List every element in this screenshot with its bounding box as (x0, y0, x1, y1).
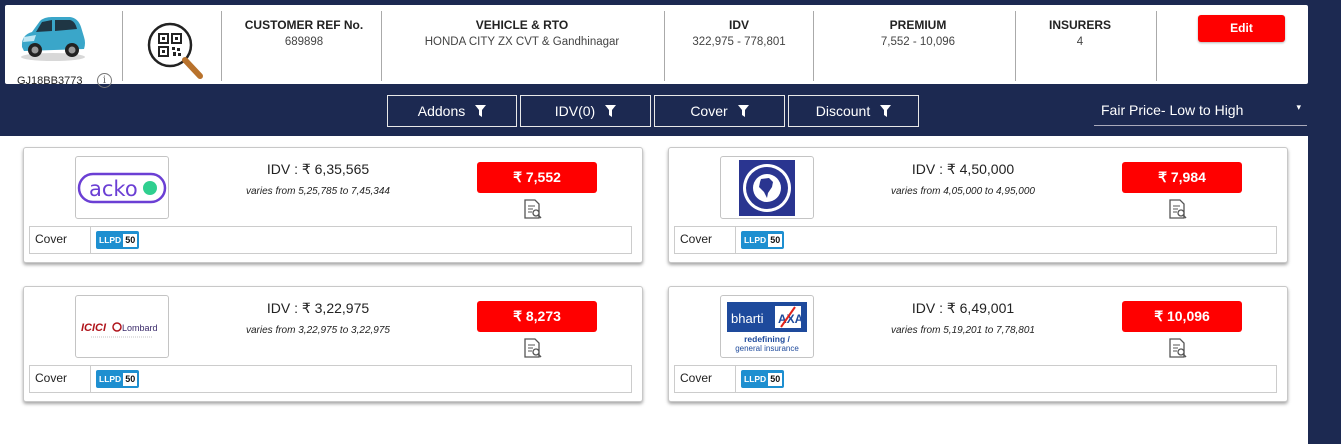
idv-column: IDV 322,975 - 778,801 (665, 18, 813, 48)
bharti-axa-tagline-1: redefining / (744, 334, 790, 344)
addon-amount: 50 (768, 233, 783, 247)
cover-label: Cover (30, 227, 91, 253)
car-image (21, 17, 86, 61)
cover-filter-label: Cover (690, 103, 728, 119)
discount-filter-label: Discount (815, 103, 871, 119)
addon-badge: LLPD 50 (741, 370, 785, 388)
new-india-assurance-logo-mark (739, 159, 795, 216)
vehicle-rto-value: HONDA CITY ZX CVT & Gandhinagar (424, 36, 620, 48)
customer-ref-value: 689898 (284, 36, 324, 48)
vehicle-cell: GJ18BB3773 i (10, 11, 120, 88)
quote-idv-range: varies from 3,22,975 to 3,22,975 (246, 325, 390, 336)
icici-lombard-logo-mark: ICICI Lombard (81, 322, 158, 337)
quote-idv: IDV : ₹ 4,50,000 (911, 161, 1015, 177)
quote-card: IDV : ₹ 4,50,000 varies from 4,05,000 to… (668, 147, 1288, 263)
discount-filter-button[interactable]: Discount (788, 95, 919, 127)
quote-idv: IDV : ₹ 6,49,001 (911, 300, 1015, 316)
document-search-icon[interactable] (524, 199, 542, 219)
edit-button[interactable]: Edit (1198, 15, 1285, 42)
idv-label: IDV (728, 18, 749, 32)
insurers-column: INSURERS 4 (1015, 18, 1145, 48)
info-icon[interactable]: i (97, 73, 112, 88)
filter-icon (880, 105, 892, 117)
addon-amount: 50 (123, 233, 138, 247)
new-india-assurance-logo (720, 156, 814, 219)
document-search-icon[interactable] (1169, 338, 1187, 358)
insurers-label: INSURERS (1048, 18, 1111, 32)
addons-filter-label: Addons (417, 103, 466, 119)
svg-text:Lombard: Lombard (122, 323, 158, 333)
chevron-down-icon: ▾ (1296, 102, 1301, 112)
cover-row: Cover LLPD 50 (29, 365, 632, 393)
buy-premium-button[interactable]: ₹ 8,273 (477, 301, 597, 332)
addon-name: LLPD (99, 235, 122, 245)
addon-amount: 50 (123, 372, 138, 386)
cover-row: Cover LLPD 50 (674, 365, 1277, 393)
idv-value: 322,975 - 778,801 (692, 36, 786, 48)
quote-idv-range: varies from 4,05,000 to 4,95,000 (891, 186, 1035, 197)
document-search-icon[interactable] (524, 338, 542, 358)
bharti-axa-logo: bharti AXA redefining / general insuranc… (720, 295, 814, 358)
quote-idv: IDV : ₹ 3,22,975 (266, 300, 370, 316)
svg-text:acko: acko (89, 177, 138, 201)
bharti-axa-logo-mark: bharti AXA redefining / general insuranc… (727, 301, 807, 353)
cover-row: Cover LLPD 50 (29, 226, 632, 254)
cover-row: Cover LLPD 50 (674, 226, 1277, 254)
filter-icon (737, 105, 749, 117)
filter-icon (475, 105, 487, 117)
svg-text:ICICI: ICICI (81, 322, 107, 334)
quote-summary-bar: GJ18BB3773 i CUSTOMER REF No. 689898 VEH… (5, 5, 1308, 88)
acko-logo-mark: acko (77, 172, 167, 203)
filter-icon (605, 105, 617, 117)
quote-idv-range: varies from 5,19,201 to 7,78,801 (891, 325, 1035, 336)
quote-idv: IDV : ₹ 6,35,565 (266, 161, 370, 177)
quote-idv-range: varies from 5,25,785 to 7,45,344 (246, 186, 390, 197)
quote-card: ICICI Lombard IDV : ₹ 3,22,975 varies fr… (23, 286, 643, 402)
divider (122, 11, 123, 81)
premium-value: 7,552 - 10,096 (880, 36, 956, 48)
svg-text:bharti: bharti (731, 311, 764, 326)
buy-premium-button[interactable]: ₹ 7,984 (1122, 162, 1242, 193)
buy-premium-button[interactable]: ₹ 7,552 (477, 162, 597, 193)
customer-ref-column: CUSTOMER REF No. 689898 (227, 18, 381, 48)
bharti-axa-tagline-2: general insurance (735, 344, 799, 353)
quote-card: acko IDV : ₹ 6,35,565 varies from 5,25,7… (23, 147, 643, 263)
premium-column: PREMIUM 7,552 - 10,096 (814, 18, 1022, 48)
addon-badge: LLPD 50 (96, 231, 140, 249)
cover-label: Cover (675, 227, 736, 253)
quotes-list: acko IDV : ₹ 6,35,565 varies from 5,25,7… (0, 136, 1308, 444)
addon-name: LLPD (744, 374, 767, 384)
premium-label: PREMIUM (889, 18, 947, 32)
buy-premium-button[interactable]: ₹ 10,096 (1122, 301, 1242, 332)
customer-ref-label: CUSTOMER REF No. (244, 18, 364, 32)
addon-name: LLPD (99, 374, 122, 384)
acko-logo: acko (75, 156, 169, 219)
cover-filter-button[interactable]: Cover (654, 95, 785, 127)
sort-dropdown[interactable]: Fair Price- Low to High ▾ (1094, 96, 1307, 126)
addon-badge: LLPD 50 (741, 231, 785, 249)
divider (1156, 11, 1157, 81)
idv-filter-button[interactable]: IDV(0) (520, 95, 651, 127)
vehicle-rto-column: VEHICLE & RTO HONDA CITY ZX CVT & Gandhi… (382, 18, 662, 48)
idv-filter-label: IDV(0) (554, 103, 596, 119)
vehicle-rto-label: VEHICLE & RTO (475, 18, 569, 32)
insurers-value: 4 (1076, 36, 1084, 48)
addon-amount: 50 (768, 372, 783, 386)
vehicle-registration: GJ18BB3773 (17, 75, 83, 87)
sort-selected-value: Fair Price- Low to High (1101, 102, 1244, 118)
cover-label: Cover (675, 366, 736, 392)
document-search-icon[interactable] (1169, 199, 1187, 219)
addon-name: LLPD (744, 235, 767, 245)
qr-search-icon[interactable] (146, 21, 206, 81)
quote-card: bharti AXA redefining / general insuranc… (668, 286, 1288, 402)
icici-lombard-logo: ICICI Lombard (75, 295, 169, 358)
addons-filter-button[interactable]: Addons (387, 95, 517, 127)
page-scroll-area (1308, 0, 1341, 444)
cover-label: Cover (30, 366, 91, 392)
addon-badge: LLPD 50 (96, 370, 140, 388)
divider (221, 11, 222, 81)
